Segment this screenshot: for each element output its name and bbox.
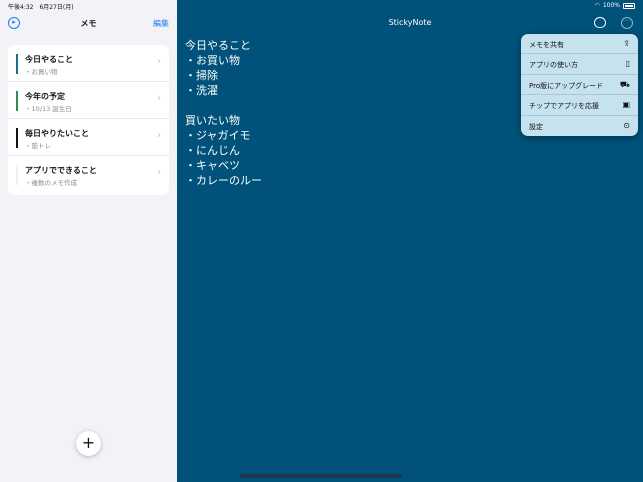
cart-icon: ⛟ bbox=[619, 79, 630, 89]
edit-button[interactable]: 編集 bbox=[153, 18, 169, 29]
home-indicator bbox=[240, 474, 402, 478]
chevron-right-icon: › bbox=[157, 56, 161, 67]
app-title: StickyNote bbox=[388, 18, 432, 27]
share-icon: ⇪ bbox=[623, 39, 630, 48]
chevron-right-icon: › bbox=[157, 167, 161, 178]
memo-color-bar bbox=[16, 128, 18, 148]
settings-icon: ⊙ bbox=[623, 120, 630, 130]
memo-title: アプリでできること bbox=[25, 166, 97, 175]
memo-subtitle: ・10/13 誕生日 bbox=[25, 105, 72, 113]
battery-percent: 100% bbox=[602, 2, 620, 9]
menu-item-label: 設定 bbox=[529, 122, 543, 131]
memo-color-bar bbox=[16, 91, 18, 111]
phone-icon: ▯ bbox=[625, 59, 630, 69]
memo-color-bar bbox=[16, 165, 18, 185]
memo-item[interactable]: 今日やること ・お買い物 › bbox=[8, 45, 169, 82]
sidebar-header: ▸ メモ 編集 bbox=[0, 12, 177, 34]
options-menu: メモを共有 ⇪ アプリの使い方 ▯ Pro版にアップグレード ⛟ チップでアプリ… bbox=[521, 34, 638, 136]
memo-body-text[interactable]: 今日やること ・お買い物 ・掃除 ・洗濯 買いたい物 ・ジャガイモ ・にんじん … bbox=[185, 38, 262, 188]
memo-subtitle: ・複数のメモ作成 bbox=[25, 179, 77, 187]
menu-item-share[interactable]: メモを共有 ⇪ bbox=[521, 34, 638, 55]
add-memo-button[interactable]: + bbox=[76, 431, 101, 456]
status-right: ◠ 100% bbox=[595, 2, 635, 9]
status-bar: 午後4:32 6月27日(月) ◠ 100% bbox=[0, 0, 643, 12]
menu-item-label: Pro版にアップグレード bbox=[529, 81, 604, 90]
menu-item-label: メモを共有 bbox=[529, 41, 564, 49]
memo-title: 毎日やりたいこと bbox=[25, 129, 89, 138]
memo-item[interactable]: 毎日やりたいこと ・筋トレ › bbox=[8, 119, 169, 156]
sidebar: ▸ メモ 編集 今日やること ・お買い物 › 今年の予定 ・10/13 誕生日 … bbox=[0, 0, 177, 482]
battery-icon bbox=[623, 2, 635, 9]
menu-item-upgrade[interactable]: Pro版にアップグレード ⛟ bbox=[521, 75, 638, 96]
memo-color-bar bbox=[16, 54, 18, 74]
menu-item-settings[interactable]: 設定 ⊙ bbox=[521, 116, 638, 136]
chevron-right-icon: › bbox=[157, 93, 161, 104]
palette-icon[interactable] bbox=[594, 17, 606, 28]
memo-subtitle: ・筋トレ bbox=[25, 142, 51, 150]
wifi-icon: ◠ bbox=[594, 2, 600, 9]
sidebar-title: メモ bbox=[80, 19, 97, 28]
chevron-right-icon: › bbox=[157, 130, 161, 141]
memo-title: 今年の予定 bbox=[25, 92, 65, 101]
memo-item[interactable]: アプリでできること ・複数のメモ作成 › bbox=[8, 156, 169, 193]
memo-subtitle: ・お買い物 bbox=[25, 68, 58, 76]
memo-item[interactable]: 今年の予定 ・10/13 誕生日 › bbox=[8, 82, 169, 119]
menu-item-howto[interactable]: アプリの使い方 ▯ bbox=[521, 54, 638, 75]
more-icon[interactable]: ··· bbox=[621, 17, 633, 29]
menu-item-tip[interactable]: チップでアプリを応援 ▣ bbox=[521, 95, 638, 116]
gift-icon: ▣ bbox=[622, 100, 630, 110]
status-time: 午後4:32 6月27日(月) bbox=[8, 4, 74, 11]
memo-list: 今日やること ・お買い物 › 今年の予定 ・10/13 誕生日 › 毎日やりたい… bbox=[8, 45, 169, 195]
memo-title: 今日やること bbox=[25, 55, 73, 64]
menu-item-label: チップでアプリを応援 bbox=[529, 102, 599, 111]
menu-item-label: アプリの使い方 bbox=[529, 61, 578, 70]
